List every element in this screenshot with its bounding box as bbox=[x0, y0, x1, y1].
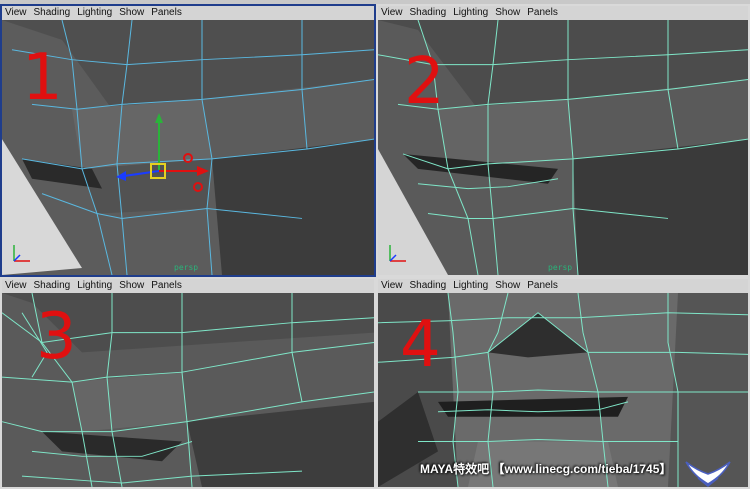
menu-lighting[interactable]: Lighting bbox=[453, 279, 488, 293]
menu-view[interactable]: View bbox=[5, 279, 27, 293]
menu-show[interactable]: Show bbox=[119, 279, 144, 293]
axis-indicator-icon bbox=[389, 245, 406, 262]
menu-show[interactable]: Show bbox=[119, 6, 144, 20]
viewport-2-number: 2 bbox=[404, 45, 445, 119]
menu-view[interactable]: View bbox=[381, 6, 403, 20]
camera-label: persp bbox=[548, 263, 573, 272]
menu-shading[interactable]: Shading bbox=[34, 279, 71, 293]
viewport-4-menubar: View Shading Lighting Show Panels bbox=[378, 279, 748, 293]
menu-panels[interactable]: Panels bbox=[151, 6, 182, 20]
viewport-3-menubar: View Shading Lighting Show Panels bbox=[2, 279, 374, 293]
menu-shading[interactable]: Shading bbox=[410, 6, 447, 20]
menu-lighting[interactable]: Lighting bbox=[453, 6, 488, 20]
menu-panels[interactable]: Panels bbox=[527, 279, 558, 293]
viewport-3[interactable]: View Shading Lighting Show Panels 3 bbox=[0, 277, 376, 489]
menu-view[interactable]: View bbox=[381, 279, 403, 293]
menu-panels[interactable]: Panels bbox=[527, 6, 558, 20]
viewport-1-number: 1 bbox=[22, 41, 63, 115]
viewport-2[interactable]: View Shading Lighting Show Panels 2 pers… bbox=[376, 4, 750, 277]
viewport-1[interactable]: View Shading Lighting Show Panels 1 pers… bbox=[0, 4, 376, 277]
camera-label: persp bbox=[174, 263, 199, 272]
viewport-1-menubar: View Shading Lighting Show Panels bbox=[2, 6, 374, 20]
watermark-logo-icon bbox=[685, 461, 731, 487]
menu-shading[interactable]: Shading bbox=[34, 6, 71, 20]
viewport-3-number: 3 bbox=[36, 300, 77, 374]
menu-lighting[interactable]: Lighting bbox=[77, 6, 112, 20]
viewport-4-number: 4 bbox=[400, 308, 441, 382]
menu-lighting[interactable]: Lighting bbox=[77, 279, 112, 293]
menu-shading[interactable]: Shading bbox=[410, 279, 447, 293]
axis-indicator-icon bbox=[13, 245, 30, 262]
move-manipulator-icon[interactable] bbox=[114, 111, 214, 201]
watermark-text: MAYA特效吧 【www.linecg.com/tieba/1745】 bbox=[420, 462, 672, 476]
menu-show[interactable]: Show bbox=[495, 279, 520, 293]
menu-show[interactable]: Show bbox=[495, 6, 520, 20]
menu-view[interactable]: View bbox=[5, 6, 27, 20]
viewport-2-menubar: View Shading Lighting Show Panels bbox=[378, 6, 748, 20]
menu-panels[interactable]: Panels bbox=[151, 279, 182, 293]
